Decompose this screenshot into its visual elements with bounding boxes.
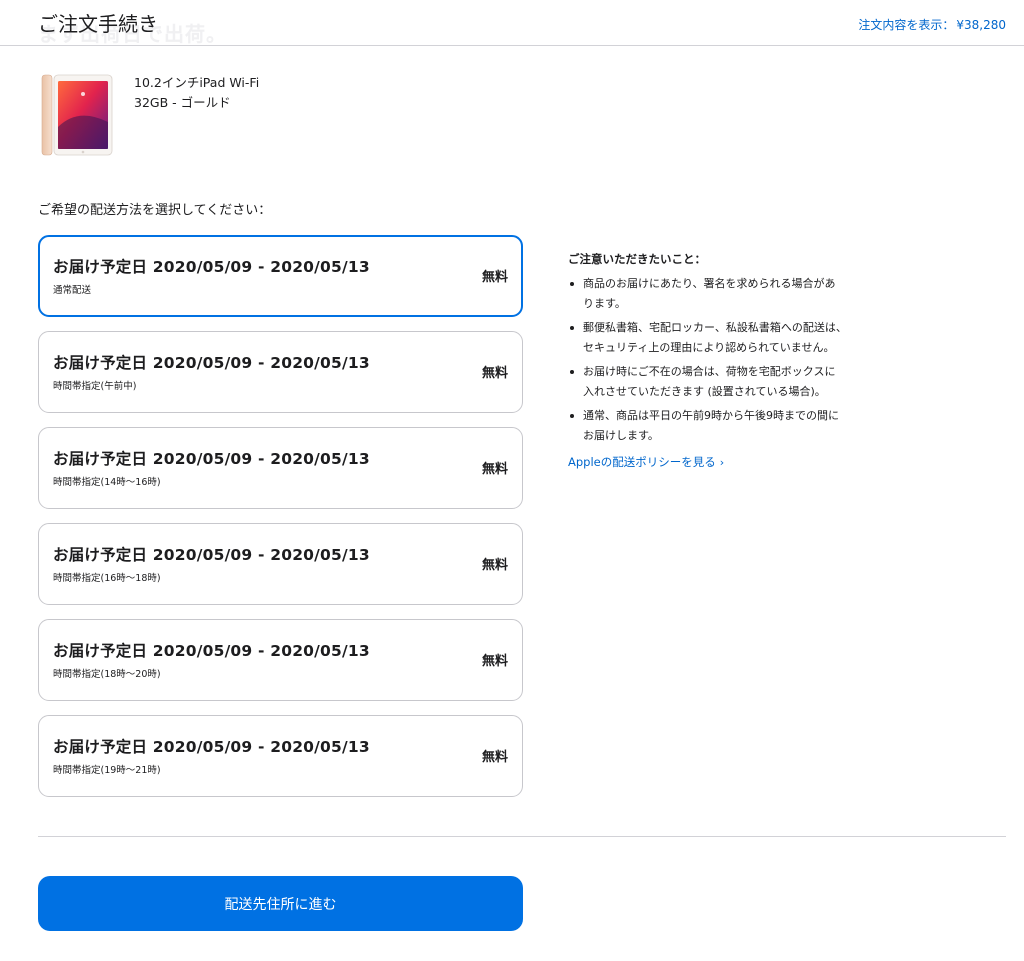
notes-item-line: セキュリティ上の理由により認められていません。 [583, 341, 835, 354]
shipping-option-type: 時間帯指定(午前中) [53, 381, 137, 392]
shipping-options-list: お届け予定日 2020/05/09 - 2020/05/13 通常配送 無料 お… [38, 235, 523, 811]
notes-item-line: 入れさせていただきます (設置されている場合)。 [583, 385, 826, 398]
shipping-option-price: 無料 [481, 654, 508, 669]
notes-item: 郵便私書箱、宅配ロッカー、私設私書箱への配送は、 セキュリティ上の理由により認めら… [568, 318, 868, 358]
notes-item-line: お届け時にご不在の場合は、荷物を宅配ボックスに [583, 365, 836, 378]
shipping-option[interactable]: お届け予定日 2020/05/09 - 2020/05/13 時間帯指定(午前中… [38, 331, 523, 413]
product-image [38, 72, 114, 158]
shipping-option-date: お届け予定日 2020/05/09 - 2020/05/13 [53, 642, 370, 660]
notes-item-line: 郵便私書箱、宅配ロッカー、私設私書箱への配送は、 [583, 321, 847, 334]
continue-to-address-button[interactable]: 配送先住所に進む [38, 876, 523, 931]
shipping-option-date: お届け予定日 2020/05/09 - 2020/05/13 [53, 258, 370, 276]
shipping-option[interactable]: お届け予定日 2020/05/09 - 2020/05/13 時間帯指定(16時… [38, 523, 523, 605]
chevron-right-icon: › [719, 456, 725, 469]
shipping-option-type: 通常配送 [53, 285, 92, 296]
notes-item-line: ります。 [583, 297, 626, 310]
page-header: まず出荷日で出荷。 ご注文手続き 注文内容を表示： ¥38,280 [0, 0, 1024, 46]
shipping-option-price: 無料 [481, 558, 508, 573]
notes-item: お届け時にご不在の場合は、荷物を宅配ボックスに 入れさせていただきます (設置され… [568, 362, 868, 402]
notes-item-line: お届けします。 [583, 429, 659, 442]
notes-item: 商品のお届けにあたり、署名を求められる場合があ ります。 [568, 274, 868, 314]
notes-list: 商品のお届けにあたり、署名を求められる場合があ ります。 郵便私書箱、宅配ロッカー… [568, 274, 868, 446]
bullet-icon [570, 370, 574, 374]
shipping-option-type: 時間帯指定(14時〜16時) [53, 477, 161, 488]
shipping-option-type: 時間帯指定(18時〜20時) [53, 669, 161, 680]
section-divider [38, 836, 1006, 837]
shipping-option-price: 無料 [481, 366, 508, 381]
shipping-option[interactable]: お届け予定日 2020/05/09 - 2020/05/13 時間帯指定(18時… [38, 619, 523, 701]
shipping-option-type: 時間帯指定(19時〜21時) [53, 765, 161, 776]
shipping-method-prompt: ご希望の配送方法を選択してください： [38, 203, 272, 218]
bullet-icon [570, 414, 574, 418]
notes-heading: ご注意いただきたいこと： [568, 252, 706, 266]
shipping-policy-link[interactable]: Appleの配送ポリシーを見る › [568, 454, 724, 470]
product-name: 10.2インチiPad Wi-Fi [134, 75, 260, 90]
shipping-option-price: 無料 [481, 270, 508, 285]
shipping-option[interactable]: お届け予定日 2020/05/09 - 2020/05/13 通常配送 無料 [38, 235, 523, 317]
shipping-option[interactable]: お届け予定日 2020/05/09 - 2020/05/13 時間帯指定(14時… [38, 427, 523, 509]
shipping-option-date: お届け予定日 2020/05/09 - 2020/05/13 [53, 450, 370, 468]
bullet-icon [570, 326, 574, 330]
order-summary-label: 注文内容を表示： [858, 18, 955, 32]
page-title: ご注文手続き [38, 12, 158, 36]
shipping-option-date: お届け予定日 2020/05/09 - 2020/05/13 [53, 354, 370, 372]
product-variant: 32GB - ゴールド [134, 95, 231, 110]
shipping-option-price: 無料 [481, 462, 508, 477]
shipping-option-price: 無料 [481, 750, 508, 765]
product-info: 10.2インチiPad Wi-Fi 32GB - ゴールド [134, 73, 259, 113]
notes-item-line: 商品のお届けにあたり、署名を求められる場合があ [583, 277, 836, 290]
shipping-option-date: お届け予定日 2020/05/09 - 2020/05/13 [53, 546, 370, 564]
shipping-option[interactable]: お届け予定日 2020/05/09 - 2020/05/13 時間帯指定(19時… [38, 715, 523, 797]
shipping-policy-link-label: Appleの配送ポリシーを見る [568, 455, 716, 469]
order-summary-price: ¥38,280 [956, 18, 1006, 32]
shipping-option-type: 時間帯指定(16時〜18時) [53, 573, 161, 584]
shipping-notes: ご注意いただきたいこと： 商品のお届けにあたり、署名を求められる場合があ ります。… [568, 251, 868, 470]
notes-item: 通常、商品は平日の午前9時から午後9時までの間に お届けします。 [568, 406, 868, 446]
bullet-icon [570, 282, 574, 286]
notes-item-line: 通常、商品は平日の午前9時から午後9時までの間に [583, 409, 839, 422]
order-summary-link[interactable]: 注文内容を表示： ¥38,280 [856, 16, 1006, 33]
shipping-option-date: お届け予定日 2020/05/09 - 2020/05/13 [53, 738, 370, 756]
